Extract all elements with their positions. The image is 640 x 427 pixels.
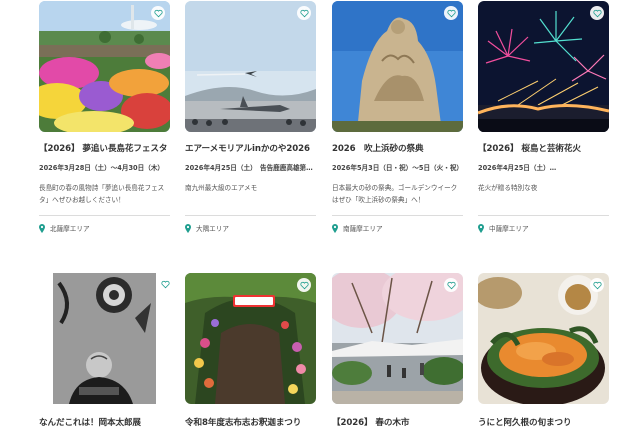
card-divider — [39, 215, 170, 216]
event-card-hana-festa[interactable]: 【2026】 夢追い長島花フェスタ 2026年3月28日（土）〜4月30日（木）… — [39, 1, 170, 233]
map-pin-icon — [185, 223, 191, 233]
favorite-button[interactable] — [444, 6, 458, 20]
favorite-button[interactable] — [590, 278, 604, 292]
event-title[interactable]: うにと阿久根の旬まつり — [478, 416, 618, 427]
okamoto-taro-image — [39, 273, 170, 404]
heart-icon — [592, 9, 602, 17]
oshaka-matsuri-image — [185, 273, 316, 404]
event-photo-fireworks[interactable] — [478, 1, 609, 132]
event-description: 南九州最大級のエアメモ — [185, 184, 258, 192]
event-area-label: 南薩摩エリア — [343, 225, 383, 233]
event-date: 2026年5月3日（日・祝）〜5日（火・祝） — [332, 164, 463, 172]
flower-garden-image — [39, 1, 170, 132]
card-divider — [478, 215, 609, 216]
card-divider — [332, 215, 463, 216]
event-area: 北薩摩エリア — [39, 223, 90, 233]
event-photo-flower-garden[interactable] — [39, 1, 170, 132]
map-pin-icon — [332, 223, 338, 233]
heart-icon — [299, 281, 309, 289]
event-area-label: 大隅エリア — [196, 225, 229, 233]
event-card-air-memorial[interactable]: エアーメモリアルinかのや2026 2026年4月25日（土） 告告鹿鹿高雄第…… — [185, 1, 316, 233]
event-title[interactable]: エアーメモリアルinかのや2026 — [185, 142, 325, 154]
favorite-button[interactable] — [297, 278, 311, 292]
event-photo-tree-market[interactable] — [332, 273, 463, 404]
favorite-button[interactable] — [151, 6, 165, 20]
event-photo-airshow[interactable] — [185, 1, 316, 132]
heart-icon — [592, 281, 602, 289]
fireworks-image — [478, 1, 609, 132]
event-photo-okamoto-taro[interactable] — [39, 273, 170, 404]
event-card-uni-matsuri[interactable]: うにと阿久根の旬まつり — [478, 273, 609, 427]
event-title[interactable]: 2026 吹上浜砂の祭典 — [332, 142, 472, 154]
event-photo-oshaka-matsuri[interactable] — [185, 273, 316, 404]
heart-icon — [446, 281, 456, 289]
favorite-button[interactable] — [590, 6, 604, 20]
event-description: 長島町の春の風物詩「夢追い長島花フェスタ」へぜひお越しください！ — [39, 184, 165, 204]
uni-bowl-image — [478, 273, 609, 404]
event-card-haru-no-kiichi[interactable]: 【2026】 春の木市 — [332, 273, 463, 427]
event-date: 2026年4月25日（土）… — [478, 164, 557, 172]
heart-icon — [446, 9, 456, 17]
event-date: 2026年3月28日（土）〜4月30日（木） — [39, 164, 165, 172]
event-photo-sand-sculpture[interactable] — [332, 1, 463, 132]
event-card-okamoto-taro[interactable]: なんだこれは！岡本太郎展 — [39, 273, 170, 427]
event-title[interactable]: 令和8年度志布志お釈迦まつり — [185, 416, 325, 427]
event-card-sand-festival[interactable]: 2026 吹上浜砂の祭典 2026年5月3日（日・祝）〜5日（火・祝） 日本最大… — [332, 1, 463, 233]
event-title[interactable]: 【2026】 春の木市 — [332, 416, 472, 427]
event-area: 南薩摩エリア — [332, 223, 383, 233]
map-pin-icon — [39, 223, 45, 233]
heart-icon — [299, 9, 309, 17]
event-area: 大隅エリア — [185, 223, 229, 233]
event-photo-uni-bowl[interactable] — [478, 273, 609, 404]
favorite-button[interactable] — [158, 277, 170, 291]
event-area-label: 北薩摩エリア — [50, 225, 90, 233]
airshow-image — [185, 1, 316, 132]
tree-market-image — [332, 273, 463, 404]
event-title[interactable]: 【2026】 桜島と芸術花火 — [478, 142, 618, 154]
event-card-fireworks[interactable]: 【2026】 桜島と芸術花火 2026年4月25日（土）… 花火が贈る特別な夜 … — [478, 1, 609, 233]
map-pin-icon — [478, 223, 484, 233]
heart-icon — [160, 280, 170, 288]
event-description: 日本最大の砂の祭典。ゴールデンウイークはぜひ「吹上浜砂の祭典」へ！ — [332, 184, 458, 204]
event-date: 2026年4月25日（土） 告告鹿鹿高雄第… — [185, 164, 313, 172]
favorite-button[interactable] — [444, 278, 458, 292]
sand-sculpture-image — [332, 1, 463, 132]
event-area-label: 中薩摩エリア — [489, 225, 529, 233]
event-description: 花火が贈る特別な夜 — [478, 184, 538, 192]
card-divider — [185, 215, 316, 216]
event-title[interactable]: なんだこれは！岡本太郎展 — [39, 416, 179, 427]
event-title[interactable]: 【2026】 夢追い長島花フェスタ — [39, 142, 179, 154]
event-card-oshaka-matsuri[interactable]: 令和8年度志布志お釈迦まつり — [185, 273, 316, 427]
event-area: 中薩摩エリア — [478, 223, 529, 233]
favorite-button[interactable] — [297, 6, 311, 20]
heart-icon — [153, 9, 163, 17]
